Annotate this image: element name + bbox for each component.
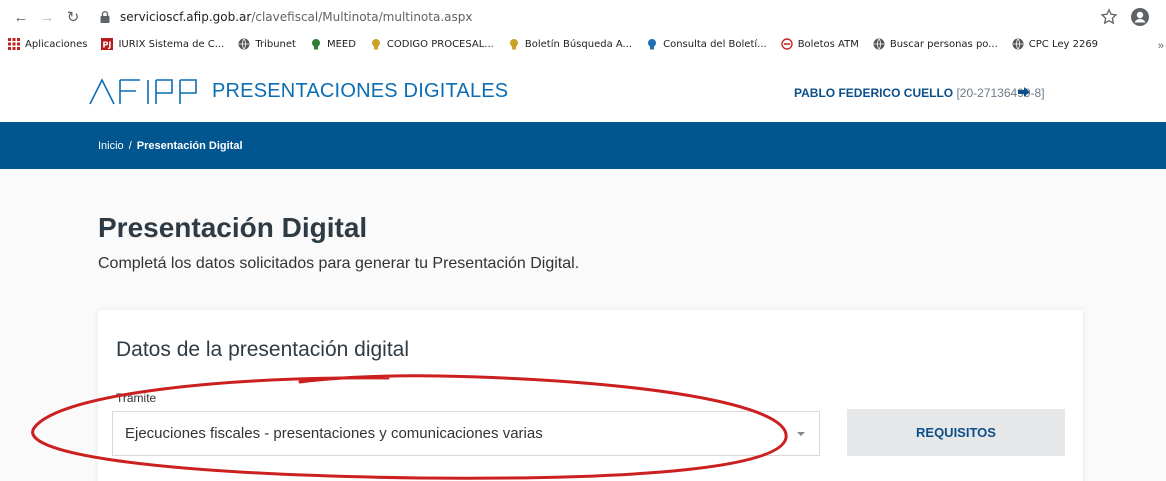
bookmark-label: Buscar personas po... xyxy=(889,38,998,50)
bookmark-item[interactable]: Consulta del Boletí... xyxy=(646,38,767,50)
browser-address-bar: ← → ↻ servicioscf.afip.gob.ar/clavefisca… xyxy=(0,0,1166,34)
reload-icon[interactable]: ↻ xyxy=(62,6,84,28)
pj-icon: PJ xyxy=(101,38,114,50)
bookmark-label: Boletos ATM xyxy=(797,38,859,50)
page-subtitle: Completá los datos solicitados para gene… xyxy=(98,255,580,272)
user-name: PABLO FEDERICO CUELLO xyxy=(794,86,954,100)
url-path: /clavefiscal/Multinota/multinota.aspx xyxy=(251,10,473,24)
bookmark-label: Consulta del Boletí... xyxy=(663,38,767,50)
logout-icon[interactable] xyxy=(1017,85,1031,99)
tramite-select[interactable]: Ejecuciones fiscales - presentaciones y … xyxy=(112,411,820,456)
site-header: PRESENTACIONES DIGITALES PABLO FEDERICO … xyxy=(0,54,1166,122)
bookmark-label: CODIGO PROCESAL... xyxy=(386,38,494,50)
afip-logo[interactable] xyxy=(88,78,200,106)
bookmark-item[interactable]: PJ IURIX Sistema de C... xyxy=(101,38,224,50)
breadcrumb-current: Presentación Digital xyxy=(136,139,243,152)
form-card: Datos de la presentación digital Trámite… xyxy=(98,310,1083,481)
meed-icon xyxy=(310,38,322,50)
globe-icon xyxy=(238,38,250,50)
breadcrumb-home-link[interactable]: Inicio xyxy=(98,140,124,152)
user-cuit: [20-27136499-8] xyxy=(956,86,1045,100)
bookmark-label: MEED xyxy=(326,38,356,50)
bookmark-item[interactable]: Aplicaciones xyxy=(8,38,87,50)
requisitos-button[interactable]: REQUISITOS xyxy=(847,409,1065,456)
boletin-icon xyxy=(646,38,658,50)
lock-icon xyxy=(100,11,110,23)
site-title: PRESENTACIONES DIGITALES xyxy=(212,80,509,102)
bookmark-label: CPC Ley 2269 xyxy=(1028,38,1099,50)
bookmark-item[interactable]: CODIGO PROCESAL... xyxy=(370,38,494,50)
bookmark-item[interactable]: Buscar personas po... xyxy=(873,38,998,50)
bookmark-label: Boletín Búsqueda A... xyxy=(524,38,633,50)
bookmarks-overflow-button[interactable]: » xyxy=(1158,40,1164,52)
tramite-label: Trámite xyxy=(116,391,157,405)
apps-grid-icon xyxy=(8,38,20,50)
breadcrumb: Inicio / Presentación Digital xyxy=(0,122,1166,169)
tramite-selected-value: Ejecuciones fiscales - presentaciones y … xyxy=(125,425,543,442)
bookmark-label: Aplicaciones xyxy=(25,38,88,50)
bookmark-item[interactable]: Boletín Búsqueda A... xyxy=(508,38,632,50)
bookmarks-bar: Aplicaciones PJ IURIX Sistema de C... Tribu… xyxy=(0,34,1166,54)
bookmark-item[interactable]: CPC Ley 2269 xyxy=(1012,38,1098,50)
main-content: Presentación Digital Completá los datos … xyxy=(0,169,1166,481)
codigo-icon xyxy=(370,38,382,50)
bookmark-item[interactable]: Tribunet xyxy=(238,38,296,50)
bookmark-item[interactable]: Boletos ATM xyxy=(780,38,859,50)
url-host: servicioscf.afip.gob.ar xyxy=(120,10,252,24)
back-arrow-icon[interactable]: ← xyxy=(10,6,32,28)
globe-icon xyxy=(873,38,885,50)
page-title: Presentación Digital xyxy=(98,212,368,243)
bookmark-star-icon[interactable] xyxy=(1100,8,1118,26)
bookmark-label: Tribunet xyxy=(255,38,296,50)
forward-arrow-icon[interactable]: → xyxy=(36,6,58,28)
breadcrumb-separator: / xyxy=(128,139,132,152)
svg-text:PJ: PJ xyxy=(103,41,112,50)
bookmark-item[interactable]: MEED xyxy=(310,38,356,50)
card-title: Datos de la presentación digital xyxy=(116,338,410,361)
globe-icon xyxy=(1012,38,1024,50)
boletin-icon xyxy=(508,38,520,50)
bookmark-label: IURIX Sistema de C... xyxy=(118,38,225,50)
profile-avatar-icon[interactable] xyxy=(1130,7,1150,27)
user-info: PABLO FEDERICO CUELLO [20-27136499-8] xyxy=(794,86,1045,100)
atm-icon xyxy=(780,38,793,50)
url-bar[interactable]: servicioscf.afip.gob.ar/clavefiscal/Mult… xyxy=(98,10,472,24)
chevron-down-icon xyxy=(797,432,805,436)
